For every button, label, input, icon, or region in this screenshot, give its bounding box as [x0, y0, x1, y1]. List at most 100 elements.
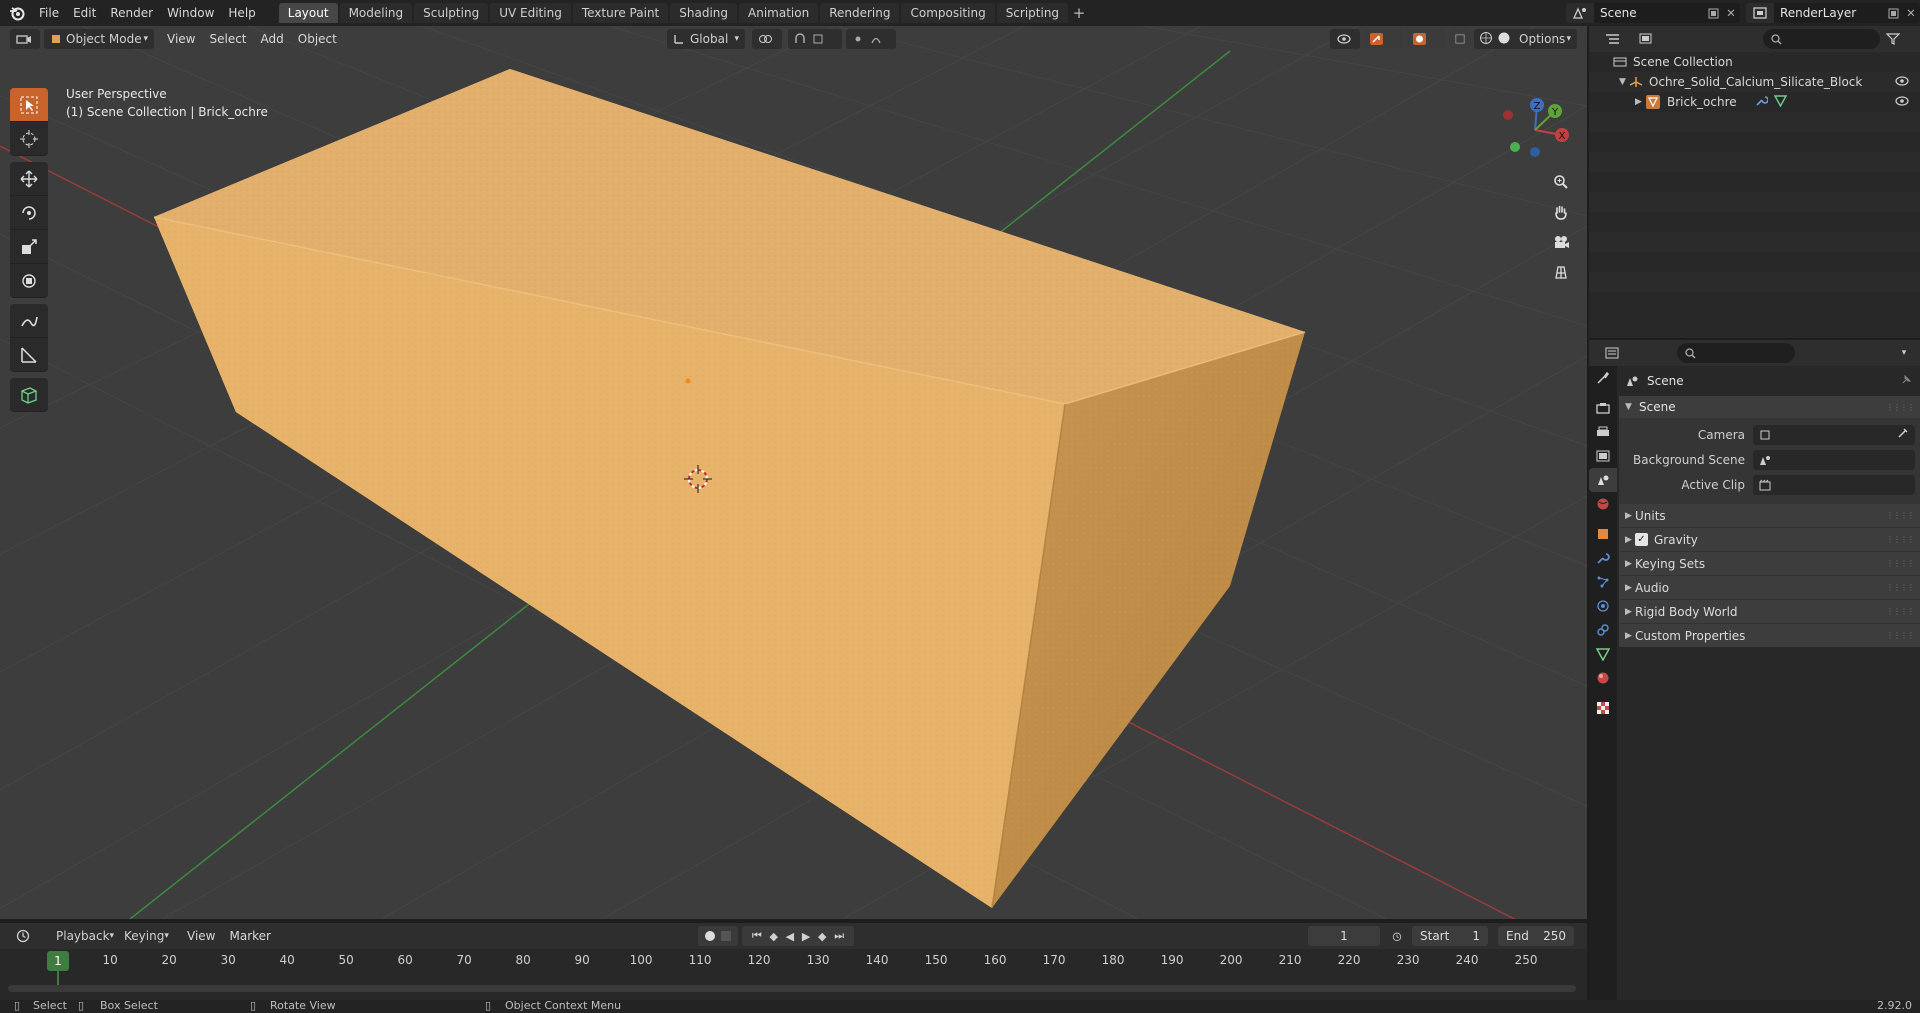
tab-modeling[interactable]: Modeling — [339, 3, 413, 23]
pan-button[interactable] — [1548, 199, 1574, 225]
tab-layout[interactable]: Layout — [278, 3, 338, 23]
mesh-data-icon[interactable] — [1773, 94, 1787, 110]
properties-editor[interactable]: ▾ Scene ▼ Scene ⋮⋮⋮⋮ Camera Background S… — [1589, 340, 1920, 1000]
camera-view-button[interactable] — [1548, 229, 1574, 255]
custom-properties-panel-header[interactable]: ▶ Custom Properties ⋮⋮⋮⋮ — [1619, 623, 1920, 647]
tab-tool[interactable] — [1589, 366, 1617, 390]
scale-tool[interactable] — [10, 230, 48, 264]
timeline-editor-type-button[interactable] — [10, 926, 40, 946]
close-icon[interactable]: ✕ — [1902, 3, 1920, 23]
rigid-body-world-panel-header[interactable]: ▶ Rigid Body World ⋮⋮⋮⋮ — [1619, 599, 1920, 623]
units-panel-header[interactable]: ▶ Units ⋮⋮⋮⋮ — [1619, 503, 1920, 527]
camera-field[interactable] — [1753, 424, 1915, 445]
frame-ruler[interactable]: 10 20 30 40 50 60 70 80 90 100 110 120 130 140 150 160 1… — [0, 951, 1587, 971]
zoom-button[interactable] — [1548, 169, 1574, 195]
tab-animation[interactable]: Animation — [739, 3, 819, 23]
menu-select[interactable]: Select — [202, 32, 253, 46]
navigation-gizmo[interactable]: Z X Y — [1500, 95, 1570, 165]
blender-logo-icon[interactable] — [8, 4, 26, 22]
auto-keying-toggle[interactable] — [698, 926, 738, 946]
menu-add[interactable]: Add — [254, 32, 291, 46]
tab-texture[interactable] — [1589, 696, 1617, 720]
gravity-panel-header[interactable]: ▶ ✓ Gravity ⋮⋮⋮⋮ — [1619, 527, 1920, 551]
menu-window[interactable]: Window — [160, 0, 221, 26]
properties-options-dropdown[interactable]: ▾ — [1894, 343, 1914, 363]
perspective-toggle-button[interactable] — [1548, 259, 1574, 285]
menu-object[interactable]: Object — [291, 32, 344, 46]
playback-dropdown[interactable]: Playback ▾ — [50, 926, 114, 946]
tab-view-layer[interactable] — [1589, 444, 1617, 468]
gizmo-toggle[interactable] — [1363, 29, 1403, 49]
start-frame-field[interactable]: Start 1 — [1412, 926, 1488, 946]
rotate-tool[interactable] — [10, 196, 48, 230]
keying-dropdown[interactable]: Keying ▾ — [118, 926, 174, 946]
outliner-editor[interactable]: Scene Collection ▼ Ochre_Solid_Calcium_S… — [1589, 26, 1920, 338]
mode-dropdown[interactable]: Object Mode ▾ — [44, 29, 154, 49]
xray-toggle[interactable] — [1449, 29, 1471, 49]
cursor-tool[interactable] — [10, 122, 48, 156]
play-reverse-icon[interactable]: ◀ — [786, 930, 794, 943]
annotate-tool[interactable] — [10, 304, 48, 338]
add-workspace-button[interactable]: + — [1070, 3, 1088, 23]
tab-scene[interactable] — [1589, 468, 1617, 492]
audio-panel-header[interactable]: ▶ Audio ⋮⋮⋮⋮ — [1619, 575, 1920, 599]
tab-physics[interactable] — [1589, 594, 1617, 618]
next-keyframe-icon[interactable]: ◆ — [818, 930, 826, 943]
close-icon[interactable]: ✕ — [1722, 3, 1740, 23]
tab-object[interactable] — [1589, 522, 1617, 546]
tab-sculpting[interactable]: Sculpting — [414, 3, 489, 23]
brick-object[interactable] — [153, 69, 1306, 909]
transport-buttons[interactable]: ⏮ ◆ ◀ ▶ ◆ ⏭ — [742, 926, 854, 946]
drag-grip-icon[interactable]: ⋮⋮⋮⋮ — [1886, 535, 1915, 544]
preview-range-toggle[interactable] — [1386, 926, 1408, 946]
view-layer-name[interactable]: RenderLayer — [1774, 6, 1884, 20]
tab-compositing[interactable]: Compositing — [901, 3, 995, 23]
timeline-editor[interactable]: Playback ▾ Keying ▾ View Marker ⏮ ◆ ◀ ▶ … — [0, 923, 1587, 1000]
menu-view[interactable]: View — [160, 32, 202, 46]
tab-uv-editing[interactable]: UV Editing — [490, 3, 571, 23]
copy-scene-icon[interactable] — [1704, 3, 1722, 23]
eye-visibility-icon[interactable] — [1894, 75, 1910, 90]
copy-layer-icon[interactable] — [1884, 3, 1902, 23]
menu-help[interactable]: Help — [221, 0, 262, 26]
outliner-row-brick-object[interactable]: ▶ Brick_ochre — [1589, 92, 1920, 112]
jump-end-icon[interactable]: ⏭ — [834, 929, 844, 943]
viewport-canvas[interactable] — [0, 26, 1587, 919]
display-mode-dropdown[interactable] — [1632, 29, 1663, 49]
eye-visibility-icon[interactable] — [1894, 95, 1910, 110]
neg-z-handle[interactable] — [1530, 147, 1540, 157]
active-clip-field[interactable] — [1753, 474, 1915, 495]
timeline-scrollbar[interactable] — [8, 985, 1576, 992]
neg-x-handle[interactable] — [1503, 110, 1513, 120]
gravity-checkbox[interactable]: ✓ — [1635, 533, 1648, 546]
scene-selector[interactable]: Scene ✕ — [1566, 3, 1740, 23]
visibility-dropdown[interactable] — [1330, 29, 1360, 49]
drag-grip-icon[interactable]: ⋮⋮⋮⋮ — [1886, 631, 1915, 640]
proportional-editing-button[interactable] — [846, 29, 896, 49]
menu-edit[interactable]: Edit — [66, 0, 103, 26]
pivot-point-button[interactable] — [752, 29, 782, 49]
tab-data[interactable] — [1589, 642, 1617, 666]
end-frame-field[interactable]: End 250 — [1498, 926, 1574, 946]
outliner-row-collection[interactable]: ▼ Ochre_Solid_Calcium_Silicate_Block — [1589, 72, 1920, 92]
measure-tool[interactable] — [10, 338, 48, 372]
expand-arrow-icon[interactable]: ▶ — [1635, 97, 1645, 107]
options-dropdown[interactable]: Options ▾ — [1513, 29, 1577, 49]
transform-orientation-dropdown[interactable]: Global ▾ — [667, 29, 745, 49]
background-scene-field[interactable] — [1753, 449, 1915, 470]
tab-output[interactable] — [1589, 420, 1617, 444]
outliner-search-input[interactable] — [1762, 29, 1881, 49]
current-frame-indicator[interactable]: 1 — [47, 951, 69, 971]
modifier-wrench-icon[interactable] — [1755, 94, 1769, 110]
wireframe-shading-icon[interactable] — [1479, 31, 1493, 48]
expand-arrow-icon[interactable]: ▼ — [1619, 77, 1629, 87]
editor-type-button[interactable] — [10, 29, 40, 49]
drag-grip-icon[interactable]: ⋮⋮⋮⋮ — [1886, 583, 1915, 592]
menu-render[interactable]: Render — [103, 0, 160, 26]
move-tool[interactable] — [10, 162, 48, 196]
outliner-editor-type-button[interactable] — [1599, 29, 1629, 49]
tab-material[interactable] — [1589, 666, 1617, 690]
transform-tool[interactable] — [10, 264, 48, 298]
drag-grip-icon[interactable]: ⋮⋮⋮⋮ — [1886, 511, 1915, 520]
drag-grip-icon[interactable]: ⋮⋮⋮⋮ — [1886, 607, 1915, 616]
